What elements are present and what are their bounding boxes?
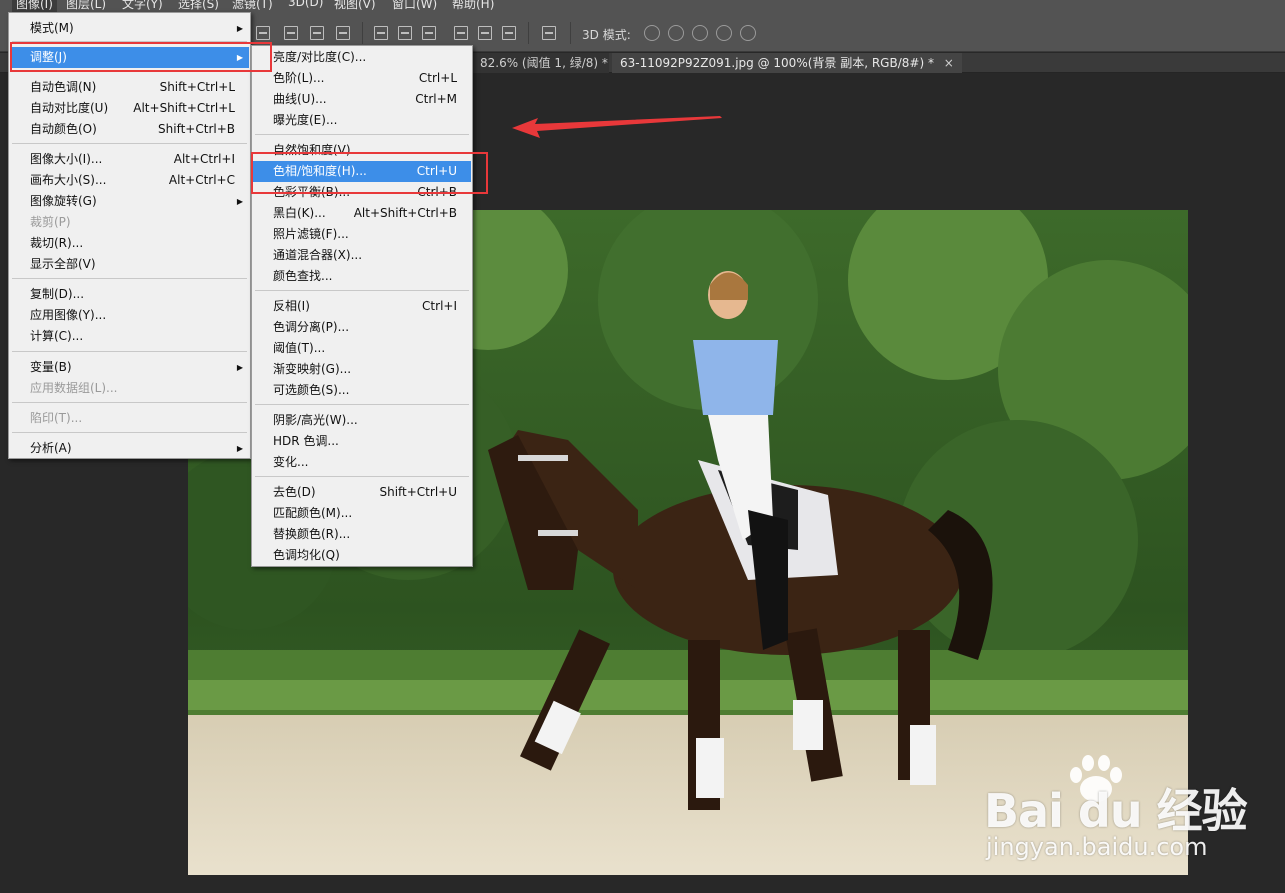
watermark-brand: Bai du 经验 — [984, 784, 1248, 838]
baidu-watermark: Bai du 经验 jingyan.baidu.com — [980, 755, 1260, 870]
watermark-url: jingyan.baidu.com — [986, 833, 1208, 861]
